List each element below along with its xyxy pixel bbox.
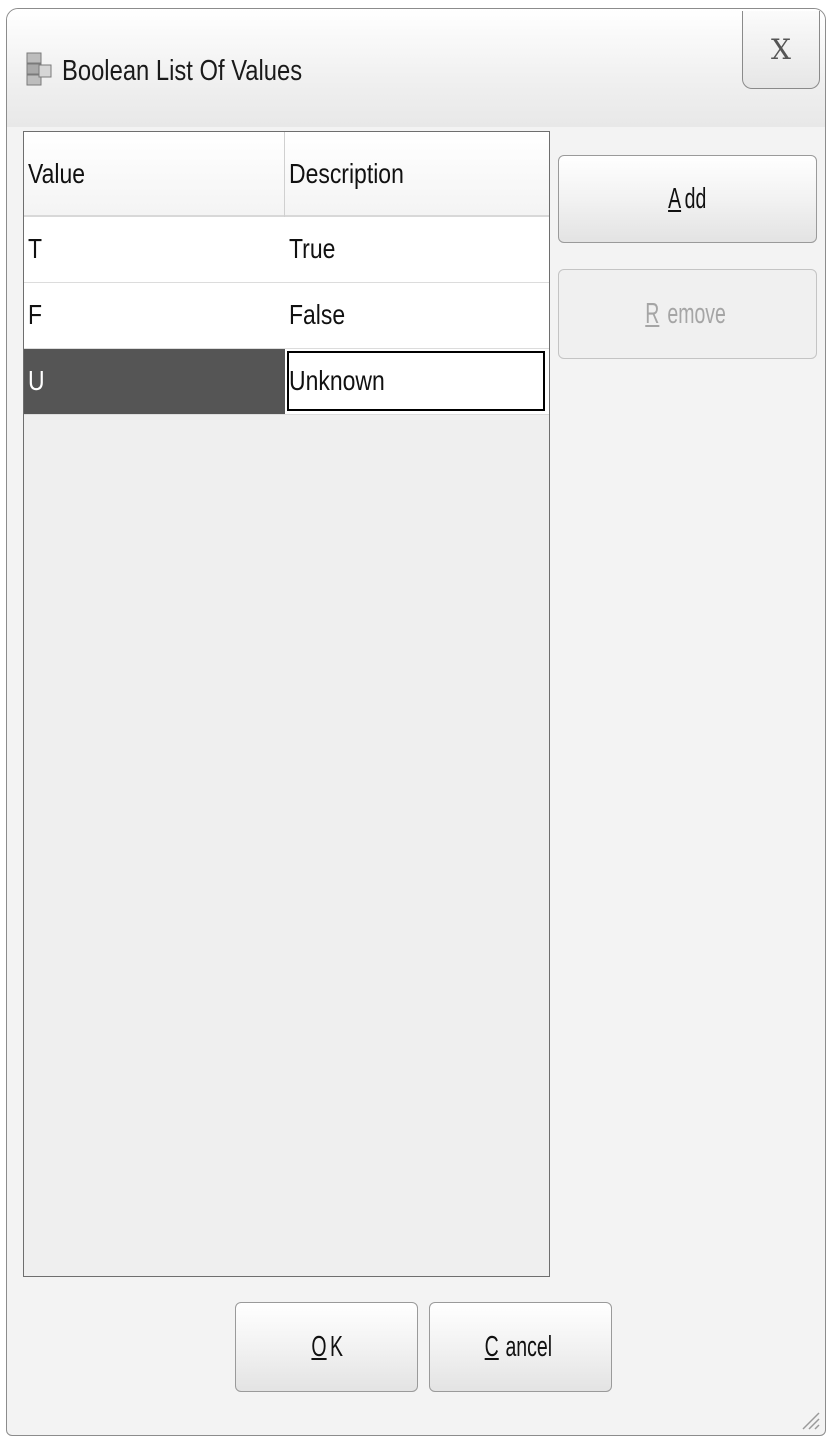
dialog-window: Boolean List Of Values X Value Descripti… — [6, 8, 826, 1436]
values-table[interactable]: Value Description T True F False U Unkno… — [23, 131, 550, 1277]
description-cell[interactable]: Unknown — [289, 365, 385, 397]
list-of-values-icon — [26, 52, 52, 86]
close-button[interactable]: X — [742, 11, 820, 89]
column-divider[interactable] — [284, 132, 285, 217]
table-row[interactable]: F False — [24, 283, 549, 349]
close-icon: X — [771, 33, 791, 66]
description-cell[interactable]: True — [289, 233, 335, 265]
cancel-button[interactable]: Cancel — [429, 1302, 612, 1392]
column-header-description[interactable]: Description — [289, 158, 404, 190]
ok-button[interactable]: OK — [235, 1302, 418, 1392]
remove-button[interactable]: Remove — [558, 269, 817, 359]
value-cell[interactable]: U — [28, 365, 45, 397]
table-row[interactable]: T True — [24, 217, 549, 283]
selected-value-cell[interactable] — [24, 349, 285, 414]
table-header: Value Description — [24, 132, 549, 217]
value-cell[interactable]: F — [28, 299, 42, 331]
title-bar: Boolean List Of Values X — [7, 9, 825, 127]
resize-grip-icon[interactable] — [797, 1407, 821, 1431]
add-button[interactable]: Add — [558, 155, 817, 243]
column-header-value[interactable]: Value — [28, 158, 85, 190]
value-cell[interactable]: T — [28, 233, 42, 265]
window-title: Boolean List Of Values — [62, 55, 303, 87]
table-row-selected[interactable]: U Unknown — [24, 349, 549, 415]
description-cell[interactable]: False — [289, 299, 345, 331]
